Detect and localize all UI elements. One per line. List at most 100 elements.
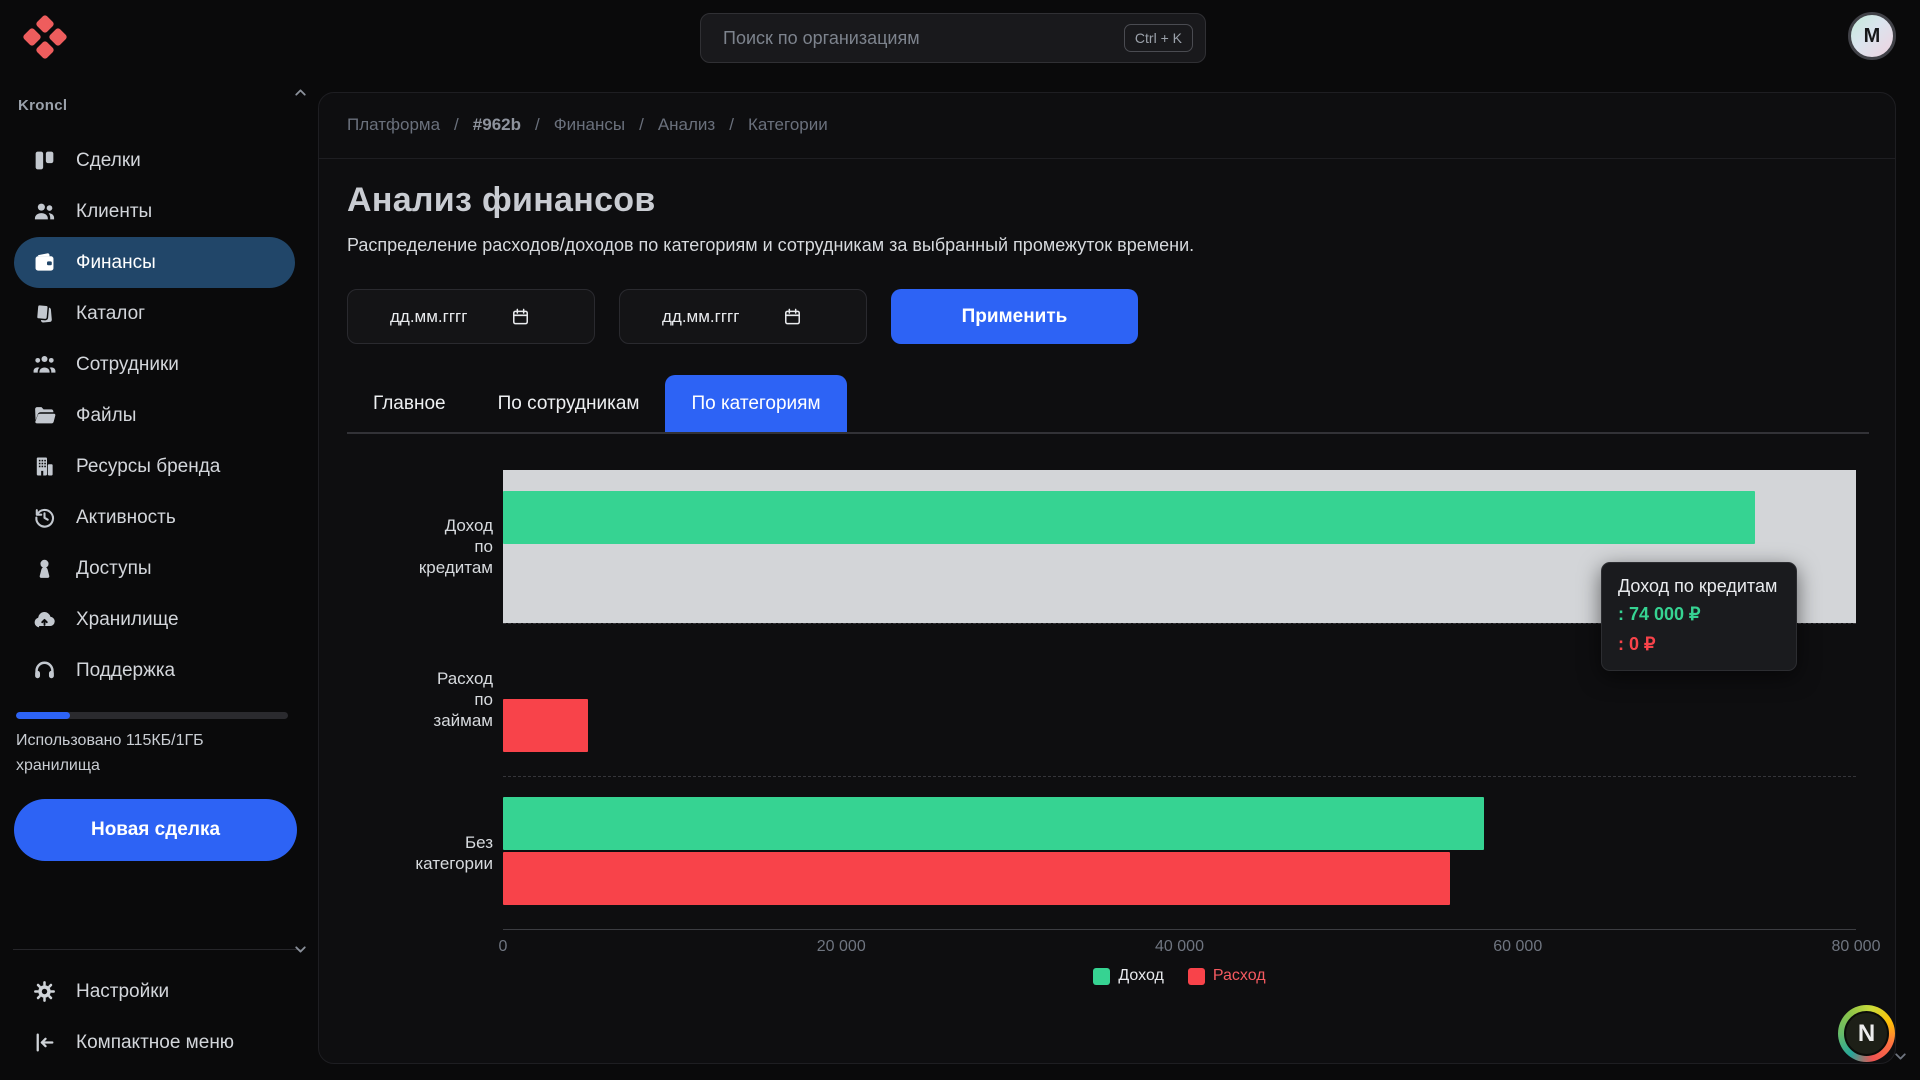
sidebar-item-label: Финансы xyxy=(76,252,156,274)
bar-income[interactable] xyxy=(503,491,1755,544)
breadcrumb-item[interactable]: Платформа xyxy=(347,115,440,135)
date-from-value: дд.мм.гггг xyxy=(390,307,467,327)
sidebar-item-kanban[interactable]: Сделки xyxy=(14,135,295,186)
sidebar-footer-nav: Настройки Компактное меню xyxy=(0,966,318,1068)
history-icon xyxy=(31,505,57,531)
legend-item-income[interactable]: Доход xyxy=(1093,967,1163,985)
breadcrumb: Платформа / #962b / Финансы / Анализ / Категории xyxy=(347,93,828,157)
catalog-icon xyxy=(31,301,57,327)
sidebar-item-history[interactable]: Активность xyxy=(14,492,295,543)
tab-by-categories[interactable]: По категориям xyxy=(665,375,846,432)
sidebar-item-label: Активность xyxy=(76,507,176,529)
breadcrumb-item[interactable]: Анализ xyxy=(658,115,715,135)
legend-label: Доход xyxy=(1118,967,1163,985)
cloud-upload-icon xyxy=(31,607,57,633)
clients-icon xyxy=(31,199,57,225)
sidebar-item-label: Поддержка xyxy=(76,660,175,682)
x-axis-tick-label: 0 xyxy=(499,938,508,956)
legend-label: Расход xyxy=(1213,967,1266,985)
tab-bar: ГлавноеПо сотрудникамПо категориям xyxy=(347,375,847,432)
breadcrumb-item[interactable]: Финансы xyxy=(554,115,625,135)
x-axis-line xyxy=(503,929,1856,930)
sidebar-item-collapse-menu[interactable]: Компактное меню xyxy=(14,1017,304,1068)
x-axis-tick-label: 20 000 xyxy=(817,938,866,956)
bar-chart-plot xyxy=(503,470,1856,929)
sidebar-divider xyxy=(13,949,301,950)
bar-expense[interactable] xyxy=(503,852,1450,905)
avatar[interactable]: M xyxy=(1848,12,1896,60)
sidebar: Kroncl Сделки Клиенты Финансы Каталог Сотруд… xyxy=(0,0,318,1080)
calendar-icon[interactable] xyxy=(783,307,802,326)
page-title: Анализ финансов xyxy=(347,181,656,220)
sidebar-item-label: Сделки xyxy=(76,150,141,172)
breadcrumb-item[interactable]: Категории xyxy=(748,115,828,135)
sidebar-item-label: Сотрудники xyxy=(76,354,179,376)
tooltip-rows: : 74 000 ₽: 0 ₽ xyxy=(1618,604,1780,655)
category-axis-labels: ДоходпокредитамРасходпозаймамБезкатегори… xyxy=(319,470,493,929)
sidebar-item-label: Доступы xyxy=(76,558,152,580)
nextjs-dev-badge[interactable]: N xyxy=(1838,1005,1895,1062)
apply-button[interactable]: Применить xyxy=(891,289,1138,344)
sidebar-nav: Сделки Клиенты Финансы Каталог Сотрудники Фай… xyxy=(0,135,318,696)
sidebar-item-headset[interactable]: Поддержка xyxy=(14,645,295,696)
brand-logo-icon xyxy=(24,16,66,58)
search-input[interactable]: Поиск по организациям Ctrl + K xyxy=(700,13,1206,63)
x-axis-ticks: 020 00040 00060 00080 000 xyxy=(503,938,1856,958)
chart-tooltip: Доход по кредитам : 74 000 ₽: 0 ₽ xyxy=(1601,562,1797,671)
sidebar-item-label: Настройки xyxy=(76,981,169,1003)
sidebar-item-wallet[interactable]: Финансы xyxy=(14,237,295,288)
x-axis-tick-label: 40 000 xyxy=(1155,938,1204,956)
brand-name: Kroncl xyxy=(18,97,67,114)
sidebar-item-cloud-upload[interactable]: Хранилище xyxy=(14,594,295,645)
corner-chevron-down-icon[interactable] xyxy=(1892,1048,1909,1065)
sidebar-item-label: Компактное меню xyxy=(76,1032,234,1054)
x-axis-tick-label: 60 000 xyxy=(1493,938,1542,956)
storage-usage-label: Использовано 115КБ/1ГБ хранилища xyxy=(16,729,262,779)
collapse-menu-icon xyxy=(31,1030,57,1056)
new-deal-button[interactable]: Новая сделка xyxy=(14,799,297,861)
breadcrumb-separator: / xyxy=(454,115,459,135)
date-to-value: дд.мм.гггг xyxy=(662,307,739,327)
gear-icon xyxy=(31,979,57,1005)
tabs-divider xyxy=(347,432,1869,434)
tab-main[interactable]: Главное xyxy=(347,375,472,432)
x-axis-tick-label: 80 000 xyxy=(1832,938,1881,956)
access-icon xyxy=(31,556,57,582)
category-label: Расходпозаймам xyxy=(319,623,493,776)
folder-icon xyxy=(31,403,57,429)
building-icon xyxy=(31,454,57,480)
breadcrumb-separator: / xyxy=(729,115,734,135)
chevron-down-icon[interactable] xyxy=(292,941,309,958)
sidebar-item-gear[interactable]: Настройки xyxy=(14,966,304,1017)
sidebar-item-access[interactable]: Доступы xyxy=(14,543,295,594)
chevron-up-icon[interactable] xyxy=(292,84,309,101)
app-root: Kroncl Сделки Клиенты Финансы Каталог Сотруд… xyxy=(0,0,1920,1080)
shortcut-badge: Ctrl + K xyxy=(1124,24,1193,52)
page-subtitle: Распределение расходов/доходов по катего… xyxy=(347,235,1194,256)
sidebar-item-employees[interactable]: Сотрудники xyxy=(14,339,295,390)
employees-icon xyxy=(31,352,57,378)
legend-item-expense[interactable]: Расход xyxy=(1188,967,1266,985)
sidebar-item-label: Хранилище xyxy=(76,609,179,631)
sidebar-item-catalog[interactable]: Каталог xyxy=(14,288,295,339)
sidebar-item-building[interactable]: Ресурсы бренда xyxy=(14,441,295,492)
date-from-input[interactable]: дд.мм.гггг xyxy=(347,289,595,344)
bar-income[interactable] xyxy=(503,797,1484,850)
tab-by-employees[interactable]: По сотрудникам xyxy=(472,375,666,432)
date-to-input[interactable]: дд.мм.гггг xyxy=(619,289,867,344)
headset-icon xyxy=(31,658,57,684)
bar-expense[interactable] xyxy=(503,699,588,752)
legend-swatch xyxy=(1188,968,1205,985)
legend-swatch xyxy=(1093,968,1110,985)
tooltip-title: Доход по кредитам xyxy=(1618,576,1780,597)
chart-legend: Доход Расход xyxy=(503,967,1856,985)
breadcrumb-separator: / xyxy=(535,115,540,135)
sidebar-item-folder[interactable]: Файлы xyxy=(14,390,295,441)
category-label: Безкатегории xyxy=(319,776,493,929)
date-filter-bar: дд.мм.гггг дд.мм.гггг Применить xyxy=(347,289,1138,344)
breadcrumb-item[interactable]: #962b xyxy=(473,115,521,135)
sidebar-item-clients[interactable]: Клиенты xyxy=(14,186,295,237)
storage-progress-bar xyxy=(16,712,288,719)
breadcrumb-separator: / xyxy=(639,115,644,135)
calendar-icon[interactable] xyxy=(511,307,530,326)
